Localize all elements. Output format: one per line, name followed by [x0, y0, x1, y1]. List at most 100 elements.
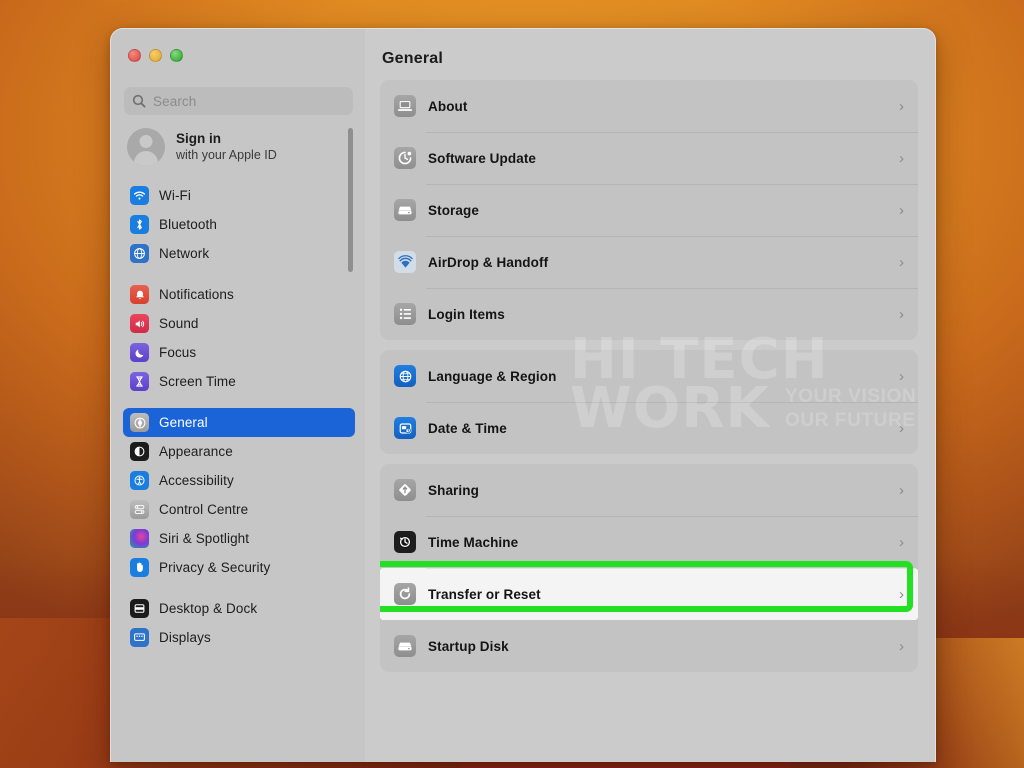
sharing-icon	[394, 479, 416, 501]
sidebar-item-label: Control Centre	[159, 502, 249, 517]
desktop-dock-icon	[130, 599, 149, 618]
sidebar-item-sound[interactable]: Sound	[123, 309, 355, 338]
settings-row-label: Language & Region	[428, 368, 557, 384]
wifi-icon	[130, 186, 149, 205]
sidebar-item-label: Bluetooth	[159, 217, 217, 232]
settings-row-airdrop-handoff[interactable]: AirDrop & Handoff ›	[380, 236, 918, 288]
sidebar-item-focus[interactable]: Focus	[123, 338, 355, 367]
sidebar-item-label: Appearance	[159, 444, 233, 459]
sidebar-scrollbar[interactable]	[348, 128, 353, 272]
apple-id-signin-row[interactable]: Sign in with your Apple ID	[110, 115, 365, 178]
sidebar-item-wifi[interactable]: Wi-Fi	[123, 181, 355, 210]
sidebar-group-desktop: Desktop & Dock Displays	[110, 594, 365, 664]
settings-row-startup-disk[interactable]: Startup Disk ›	[380, 620, 918, 672]
sidebar-item-displays[interactable]: Displays	[123, 623, 355, 652]
sound-speaker-icon	[130, 314, 149, 333]
privacy-hand-icon	[130, 558, 149, 577]
storage-drive-icon	[394, 199, 416, 221]
chevron-right-icon: ›	[899, 305, 904, 323]
sidebar-group-preferences: General Appearance Accessibility Control…	[110, 408, 365, 594]
chevron-right-icon: ›	[899, 533, 904, 551]
settings-row-time-machine[interactable]: Time Machine ›	[380, 516, 918, 568]
sidebar-item-label: Screen Time	[159, 374, 236, 389]
zoom-button[interactable]	[170, 49, 183, 62]
accessibility-person-icon	[130, 471, 149, 490]
chevron-right-icon: ›	[899, 97, 904, 115]
settings-group-1: About › Software Update › Storage › AirD…	[380, 80, 918, 340]
desktop-wallpaper: Search Sign in with your Apple ID Wi-Fi …	[0, 0, 1024, 768]
siri-orb-icon	[130, 529, 149, 548]
software-update-icon	[394, 147, 416, 169]
notifications-bell-icon	[130, 285, 149, 304]
sidebar-item-control-centre[interactable]: Control Centre	[123, 495, 355, 524]
chevron-right-icon: ›	[899, 201, 904, 219]
sidebar-item-general[interactable]: General	[123, 408, 355, 437]
settings-row-login-items[interactable]: Login Items ›	[380, 288, 918, 340]
settings-row-label: AirDrop & Handoff	[428, 254, 549, 270]
transfer-reset-icon	[394, 583, 416, 605]
sidebar-item-label: Privacy & Security	[159, 560, 271, 575]
settings-row-label: Transfer or Reset	[428, 586, 541, 602]
signin-title: Sign in	[176, 131, 221, 147]
system-settings-window: Search Sign in with your Apple ID Wi-Fi …	[110, 28, 936, 762]
settings-row-language-region[interactable]: Language & Region ›	[380, 350, 918, 402]
chevron-right-icon: ›	[899, 367, 904, 385]
about-laptop-icon	[394, 95, 416, 117]
sidebar-item-siri-spotlight[interactable]: Siri & Spotlight	[123, 524, 355, 553]
close-button[interactable]	[128, 49, 141, 62]
settings-row-label: Storage	[428, 202, 479, 218]
minimize-button[interactable]	[149, 49, 162, 62]
appearance-contrast-icon	[130, 442, 149, 461]
settings-group-3: Sharing › Time Machine › Transfer or Res…	[380, 464, 918, 672]
sidebar-item-network[interactable]: Network	[123, 239, 355, 268]
settings-row-software-update[interactable]: Software Update ›	[380, 132, 918, 184]
sidebar: Search Sign in with your Apple ID Wi-Fi …	[110, 28, 365, 762]
sidebar-item-label: Sound	[159, 316, 199, 331]
sidebar-item-label: Wi-Fi	[159, 188, 191, 203]
bluetooth-icon	[130, 215, 149, 234]
chevron-right-icon: ›	[899, 149, 904, 167]
focus-moon-icon	[130, 343, 149, 362]
sidebar-group-network: Wi-Fi Bluetooth Network	[110, 181, 365, 280]
language-globe-icon	[394, 365, 416, 387]
sidebar-item-notifications[interactable]: Notifications	[123, 280, 355, 309]
general-gear-icon	[130, 413, 149, 432]
avatar	[127, 128, 165, 166]
sidebar-item-appearance[interactable]: Appearance	[123, 437, 355, 466]
sidebar-item-accessibility[interactable]: Accessibility	[123, 466, 355, 495]
search-placeholder: Search	[153, 93, 197, 109]
login-items-list-icon	[394, 303, 416, 325]
settings-row-about[interactable]: About ›	[380, 80, 918, 132]
search-input[interactable]: Search	[124, 87, 353, 115]
chevron-right-icon: ›	[899, 419, 904, 437]
settings-row-label: Login Items	[428, 306, 505, 322]
page-title: General	[382, 50, 443, 67]
sidebar-group-system: Notifications Sound Focus Screen Time	[110, 280, 365, 408]
search-icon	[132, 94, 146, 108]
sidebar-item-label: General	[159, 415, 208, 430]
settings-row-sharing[interactable]: Sharing ›	[380, 464, 918, 516]
settings-group-2: Language & Region › Date & Time ›	[380, 350, 918, 454]
settings-row-date-time[interactable]: Date & Time ›	[380, 402, 918, 454]
settings-row-label: Date & Time	[428, 420, 507, 436]
settings-row-storage[interactable]: Storage ›	[380, 184, 918, 236]
sidebar-item-bluetooth[interactable]: Bluetooth	[123, 210, 355, 239]
date-time-clock-icon	[394, 417, 416, 439]
settings-row-transfer-or-reset[interactable]: Transfer or Reset ›	[380, 561, 918, 620]
sidebar-item-label: Accessibility	[159, 473, 234, 488]
settings-row-label: Time Machine	[428, 534, 519, 550]
sidebar-item-label: Network	[159, 246, 210, 261]
chevron-right-icon: ›	[899, 253, 904, 271]
sidebar-item-screen-time[interactable]: Screen Time	[123, 367, 355, 396]
sidebar-item-label: Focus	[159, 345, 197, 360]
control-centre-icon	[130, 500, 149, 519]
sidebar-item-desktop-dock[interactable]: Desktop & Dock	[123, 594, 355, 623]
airdrop-icon	[394, 251, 416, 273]
sidebar-item-privacy-security[interactable]: Privacy & Security	[123, 553, 355, 582]
chevron-right-icon: ›	[899, 585, 904, 603]
settings-row-label: Startup Disk	[428, 638, 509, 654]
chevron-right-icon: ›	[899, 481, 904, 499]
displays-icon	[130, 628, 149, 647]
sidebar-item-label: Notifications	[159, 287, 234, 302]
sidebar-item-label: Siri & Spotlight	[159, 531, 250, 546]
